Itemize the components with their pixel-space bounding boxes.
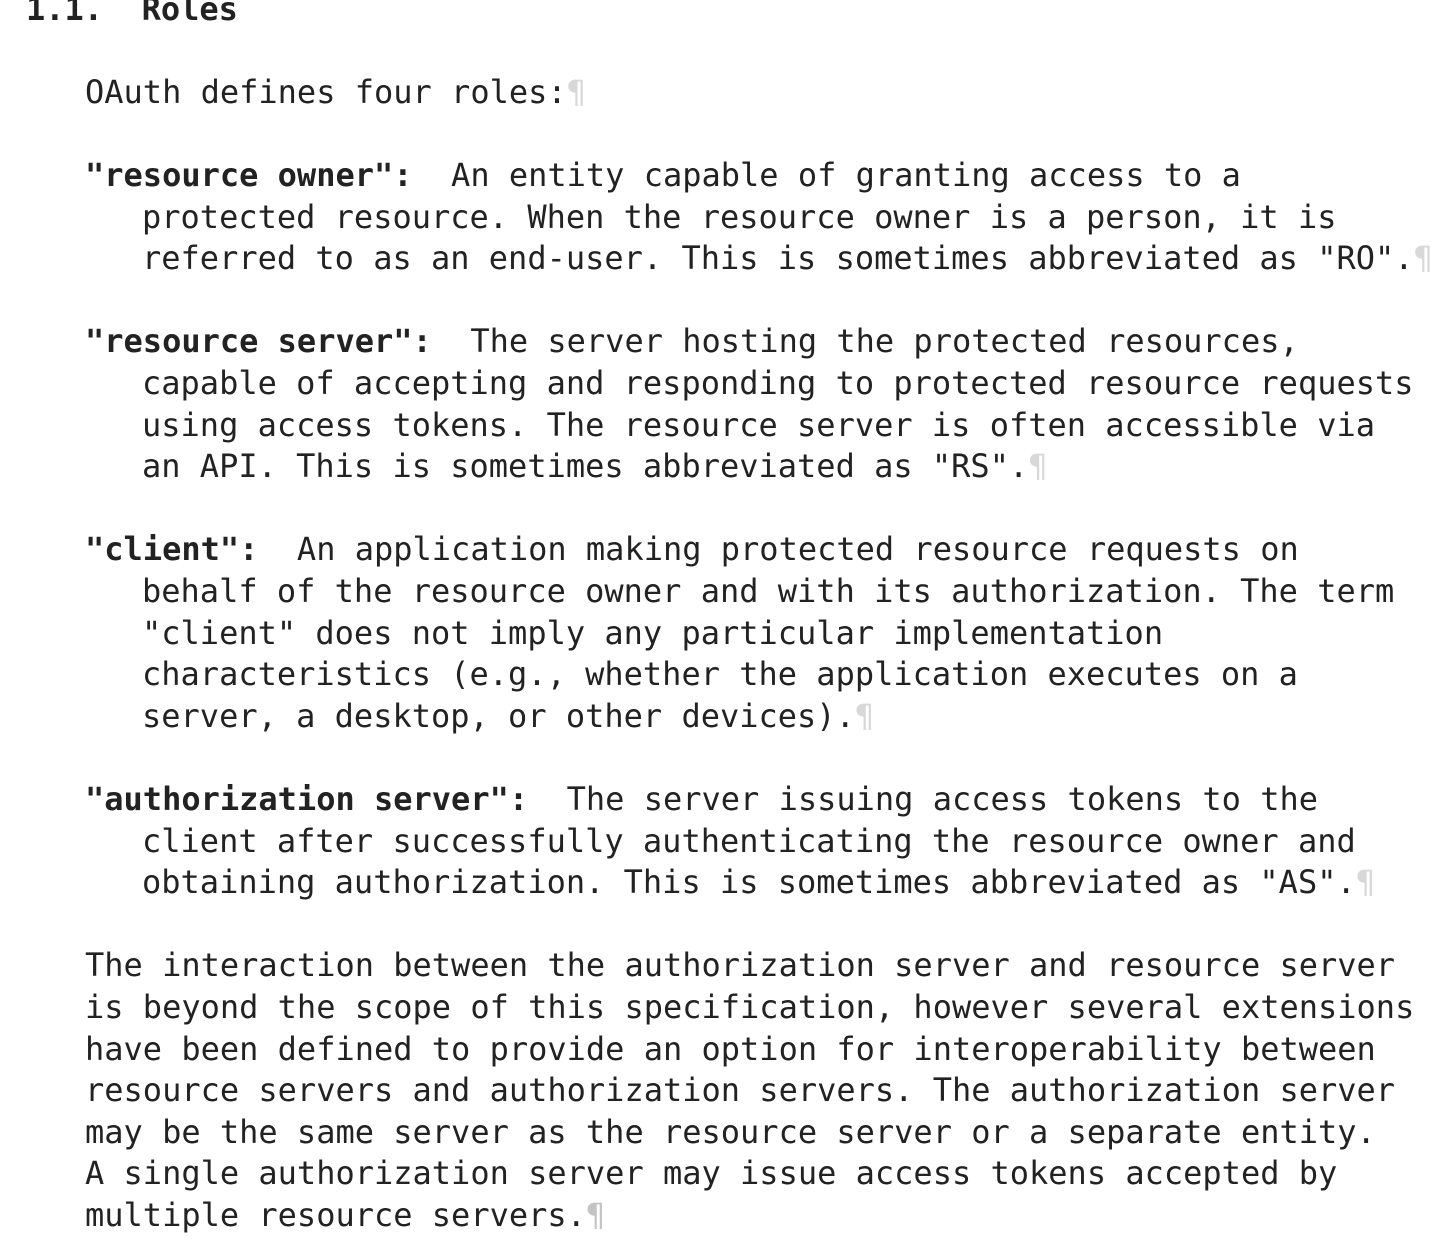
closing-line: have been defined to provide an option f… — [85, 1030, 1376, 1068]
closing-line: The interaction between the authorizatio… — [85, 946, 1396, 984]
definition-text: The server hosting the protected resourc… — [470, 322, 1299, 360]
definition-text: An application making protected resource… — [296, 530, 1299, 568]
definition-line: client after successfully authenticating… — [142, 822, 1356, 860]
definition-line: capable of accepting and responding to p… — [142, 364, 1414, 402]
pilcrow-mark[interactable]: ¶ — [1414, 239, 1433, 277]
definition-resource-owner: "resource owner": An entity capable of g… — [85, 154, 1241, 196]
definition-resource-server: "resource server": The server hosting th… — [85, 320, 1299, 362]
definition-line: characteristics (e.g., whether the appli… — [142, 655, 1298, 693]
pilcrow-mark[interactable]: ¶ — [1028, 447, 1047, 485]
definition-line: server, a desktop, or other devices).¶ — [142, 697, 875, 735]
definition-authorization-server: "authorization server": The server issui… — [85, 778, 1318, 820]
definition-line: protected resource. When the resource ow… — [142, 198, 1337, 236]
document-page: 1.1. Roles OAuth defines four roles:¶ "r… — [0, 0, 1452, 1260]
closing-line: multiple resource servers.¶ — [85, 1196, 606, 1234]
definition-line: referred to as an end-user. This is some… — [142, 239, 1433, 277]
definition-term: "client": — [85, 530, 259, 568]
section-title: Roles — [141, 0, 238, 28]
intro-paragraph: OAuth defines four roles:¶ — [85, 73, 586, 111]
definition-line: an API. This is sometimes abbreviated as… — [142, 447, 1048, 485]
definition-line: behalf of the resource owner and with it… — [142, 572, 1395, 610]
closing-line: may be the same server as the resource s… — [85, 1113, 1376, 1151]
definition-text: The server issuing access tokens to the — [566, 780, 1318, 818]
definition-term: "resource server": — [85, 322, 432, 360]
pilcrow-mark[interactable]: ¶ — [855, 697, 874, 735]
section-heading: 1.1. Roles — [26, 0, 238, 30]
definition-term: "resource owner": — [85, 156, 413, 194]
pilcrow-mark[interactable]: ¶ — [1356, 863, 1375, 901]
definition-client: "client": An application making protecte… — [85, 528, 1299, 570]
definition-line: using access tokens. The resource server… — [142, 406, 1375, 444]
section-number: 1.1. — [26, 0, 104, 28]
pilcrow-mark[interactable]: ¶ — [586, 1196, 605, 1234]
definition-term: "authorization server": — [85, 780, 529, 818]
definition-line: "client" does not imply any particular i… — [142, 614, 1164, 652]
closing-line: is beyond the scope of this specificatio… — [85, 988, 1415, 1026]
closing-line: A single authorization server may issue … — [85, 1154, 1338, 1192]
pilcrow-mark[interactable]: ¶ — [567, 73, 586, 111]
definition-line: obtaining authorization. This is sometim… — [142, 863, 1375, 901]
closing-line: resource servers and authorization serve… — [85, 1071, 1396, 1109]
definition-text: An entity capable of granting access to … — [451, 156, 1241, 194]
